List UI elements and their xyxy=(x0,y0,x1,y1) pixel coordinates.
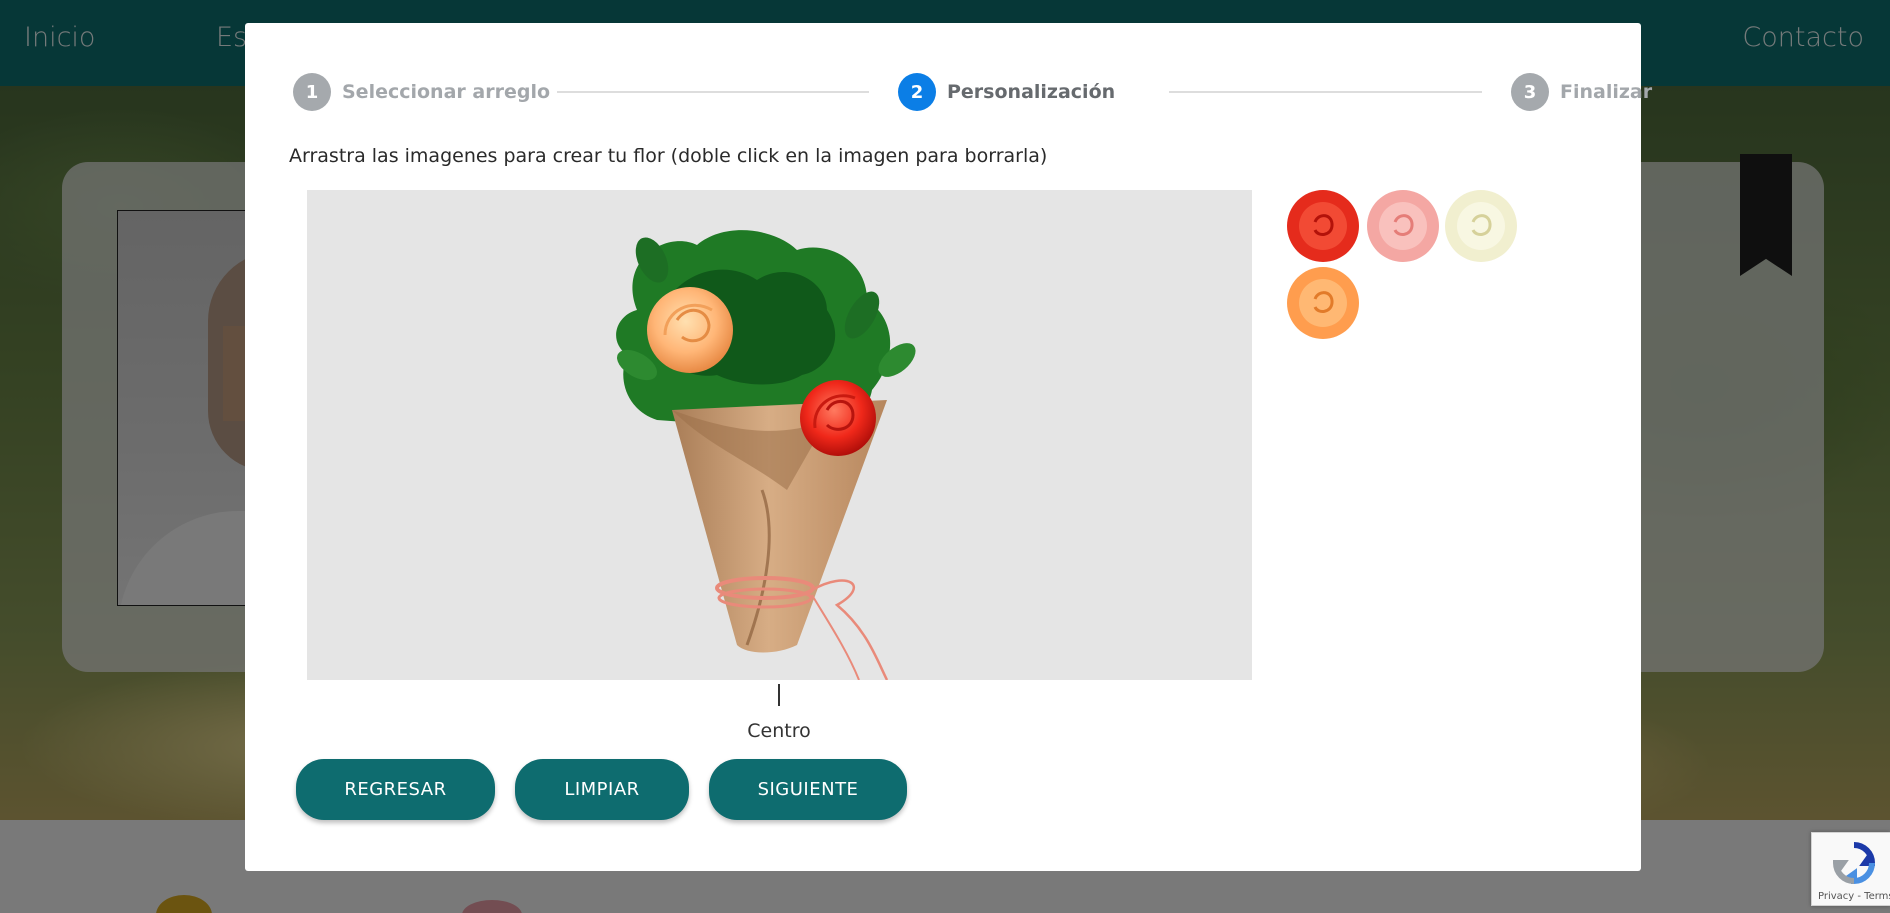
center-label: Centro xyxy=(747,720,811,742)
white-rose-icon[interactable] xyxy=(1443,188,1519,264)
limpiar-button[interactable]: LIMPIAR xyxy=(515,759,689,820)
step-label: Finalizar xyxy=(1560,81,1653,103)
red-rose-icon[interactable] xyxy=(1285,188,1361,264)
siguiente-button[interactable]: SIGUIENTE xyxy=(709,759,907,820)
step-number: 2 xyxy=(898,73,936,111)
instructions-text: Arrastra las imagenes para crear tu flor… xyxy=(289,145,1048,167)
recaptcha-icon xyxy=(1832,842,1876,885)
orange-rose-icon[interactable] xyxy=(1285,265,1361,341)
bouquet-canvas[interactable] xyxy=(307,190,1252,680)
step-finalizar[interactable]: 3 Finalizar xyxy=(1511,73,1652,111)
step-label: Personalización xyxy=(947,81,1116,103)
step-number: 1 xyxy=(293,73,331,111)
step-label: Seleccionar arreglo xyxy=(342,81,551,103)
step-seleccionar-arreglo[interactable]: 1 Seleccionar arreglo xyxy=(293,73,550,111)
regresar-button[interactable]: REGRESAR xyxy=(296,759,495,820)
stepper-connector xyxy=(557,91,869,93)
pink-rose-icon[interactable] xyxy=(1365,188,1441,264)
stepper-connector xyxy=(1169,91,1482,93)
center-marker xyxy=(778,684,780,706)
recaptcha-terms[interactable]: Privacy - Terms xyxy=(1818,891,1890,902)
step-personalizacion[interactable]: 2 Personalización xyxy=(898,73,1115,111)
stepper: 1 Seleccionar arreglo 2 Personalización … xyxy=(293,73,1652,111)
recaptcha-badge[interactable]: Privacy - Terms xyxy=(1811,832,1890,906)
flower-palette xyxy=(1285,188,1525,348)
customize-modal: 1 Seleccionar arreglo 2 Personalización … xyxy=(245,23,1652,871)
bouquet-image xyxy=(616,230,916,680)
step-number: 3 xyxy=(1511,73,1549,111)
